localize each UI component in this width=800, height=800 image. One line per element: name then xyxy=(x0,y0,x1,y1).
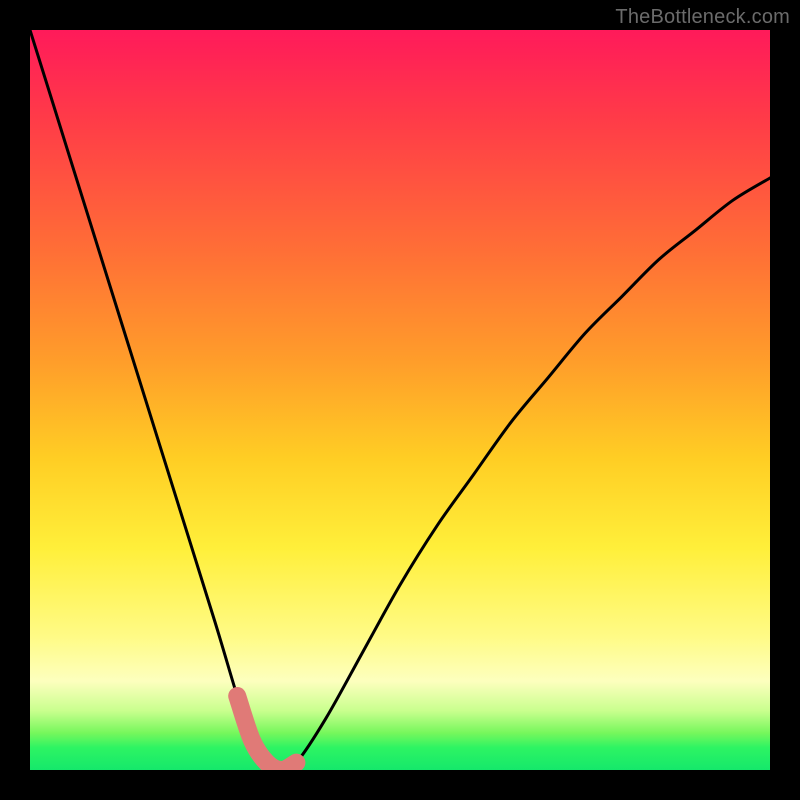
chart-stage: TheBottleneck.com xyxy=(0,0,800,800)
watermark-text: TheBottleneck.com xyxy=(615,6,790,29)
curve-layer xyxy=(30,30,770,770)
valley-marker xyxy=(237,696,296,770)
plot-area xyxy=(30,30,770,770)
bottleneck-curve xyxy=(30,30,770,770)
